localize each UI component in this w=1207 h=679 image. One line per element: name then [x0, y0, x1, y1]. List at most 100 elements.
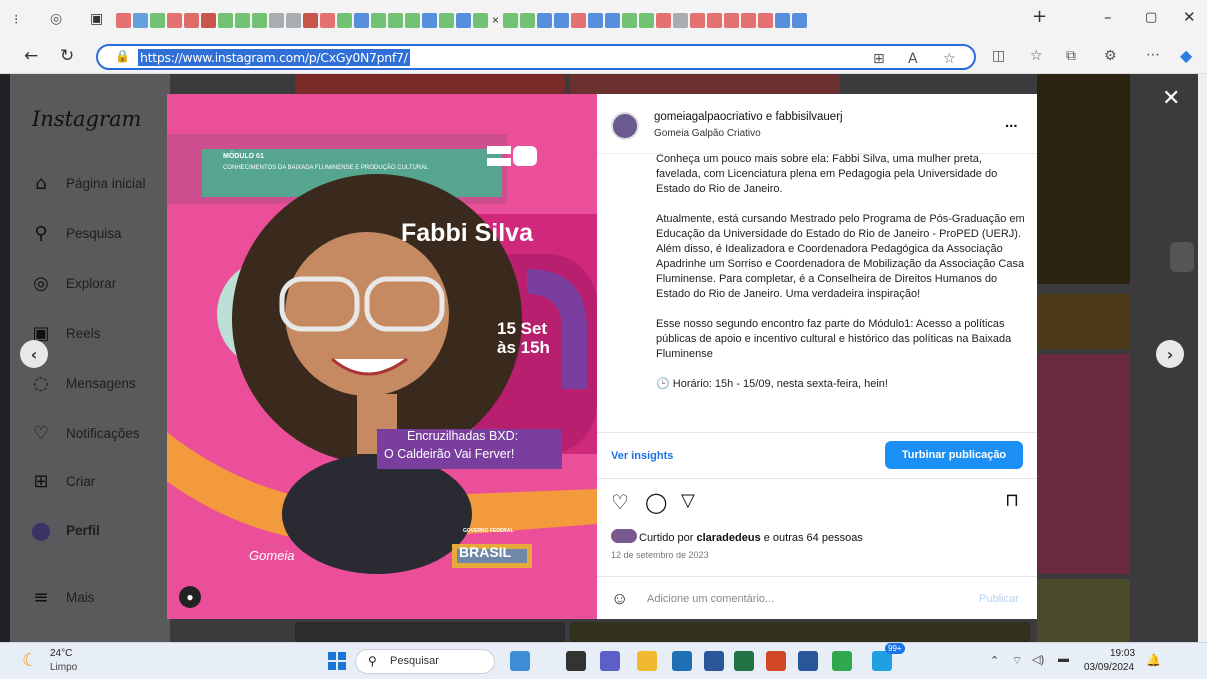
taskbar-app-icon[interactable]	[832, 651, 852, 671]
browser-tab[interactable]	[252, 12, 267, 28]
taskbar-app-icon[interactable]	[510, 651, 530, 671]
browser-tab[interactable]	[673, 12, 689, 28]
sidebar-item-pesquisa[interactable]: ⚲ Pesquisa	[30, 222, 121, 244]
browser-tab[interactable]	[184, 12, 199, 28]
browser-tab[interactable]	[758, 12, 774, 28]
post-image[interactable]: MÓDULO 01 CONHECIMENTOS DA BAIXADA FLUMI…	[167, 94, 597, 619]
battery-icon[interactable]: ▬	[1058, 653, 1069, 665]
browser-tab[interactable]	[690, 12, 706, 28]
browser-tab[interactable]	[303, 12, 318, 28]
instagram-logo[interactable]: Instagram	[32, 107, 141, 131]
post-author-subtitle[interactable]: Gomeia Galpão Criativo	[654, 128, 761, 139]
browser-tab[interactable]	[269, 12, 284, 28]
url-field[interactable]: 🔒 https://www.instagram.com/p/CxGy0N7pnf…	[96, 44, 976, 70]
browser-tab[interactable]	[235, 12, 250, 28]
close-tab-icon[interactable]: ×	[492, 13, 499, 27]
publish-comment-button[interactable]: Publicar	[979, 593, 1019, 605]
clock-date[interactable]: 03/09/2024	[1084, 662, 1134, 673]
taskbar-search[interactable]: ⚲ Pesquisar	[355, 649, 495, 674]
tagged-user-icon[interactable]: ●	[179, 586, 201, 608]
browser-tab[interactable]	[724, 12, 740, 28]
browser-tab[interactable]	[520, 12, 536, 28]
floating-edge-icon[interactable]	[1170, 242, 1194, 272]
close-modal-icon[interactable]: ✕	[1162, 86, 1180, 111]
read-aloud-icon[interactable]: A	[908, 51, 918, 67]
browser-tab[interactable]	[354, 12, 369, 28]
taskbar-app-icon[interactable]	[872, 651, 892, 671]
more-options-button[interactable]: ...	[1005, 114, 1018, 131]
taskbar-app-icon[interactable]	[600, 651, 620, 671]
notifications-bell-icon[interactable]: 🔔	[1146, 653, 1161, 667]
browser-tab[interactable]	[167, 12, 182, 28]
previous-post-arrow-icon[interactable]: ‹	[20, 340, 48, 368]
app-available-icon[interactable]: ⊞	[873, 51, 885, 67]
workspaces-icon[interactable]: ◎	[50, 10, 62, 27]
browser-tab[interactable]	[537, 12, 553, 28]
browser-tab[interactable]	[439, 12, 454, 28]
browser-tab[interactable]	[218, 12, 233, 28]
browser-tab[interactable]	[337, 12, 352, 28]
browser-tab[interactable]	[133, 12, 148, 28]
browser-tab[interactable]	[775, 12, 791, 28]
volume-icon[interactable]: ◁)	[1032, 653, 1044, 666]
share-icon[interactable]: ▽	[681, 490, 695, 511]
sidebar-item-criar[interactable]: ⊞ Criar	[30, 470, 95, 492]
clock-time[interactable]: 19:03	[1110, 648, 1135, 659]
back-icon[interactable]: ←	[24, 46, 38, 66]
split-screen-icon[interactable]: ◫	[992, 48, 1005, 64]
weather-temp[interactable]: 24°C	[50, 648, 72, 659]
sidebar-item-mensagens[interactable]: ◌ Mensagens	[30, 372, 136, 394]
minimize-button[interactable]: –	[1104, 8, 1112, 26]
network-icon[interactable]: ⌔	[1012, 654, 1022, 668]
taskbar-app-icon[interactable]	[766, 651, 786, 671]
maximize-button[interactable]: ▢	[1145, 10, 1157, 25]
likes-user[interactable]: claradedeus	[696, 532, 760, 544]
close-window-button[interactable]: ✕	[1183, 8, 1196, 26]
more-options-icon[interactable]: ⋯	[1146, 47, 1160, 63]
sidebar-item-mais[interactable]: ≡ Mais	[30, 586, 94, 608]
browser-tab[interactable]	[371, 12, 386, 28]
browser-menu-icon[interactable]: ⁝	[14, 11, 18, 28]
sidebar-item-notificações[interactable]: ♡ Notificações	[30, 422, 140, 444]
taskbar-app-icon[interactable]	[566, 651, 586, 671]
post-author[interactable]: gomeiagalpaocriativo e fabbisilvauerj	[654, 111, 843, 123]
boost-post-button[interactable]: Turbinar publicação	[885, 441, 1023, 469]
refresh-icon[interactable]: ↻	[60, 46, 74, 66]
browser-tab[interactable]	[707, 12, 723, 28]
browser-tab[interactable]	[286, 12, 301, 28]
browser-tab[interactable]	[473, 12, 488, 28]
taskbar-app-icon[interactable]	[798, 651, 818, 671]
browser-tab[interactable]	[503, 12, 519, 28]
taskbar-app-icon[interactable]	[704, 651, 724, 671]
save-bookmark-icon[interactable]: ⊓	[1005, 490, 1019, 511]
sidebar-item-página-inicial[interactable]: ⌂ Página inicial	[30, 172, 145, 194]
extensions-icon[interactable]: ⚙	[1104, 48, 1117, 64]
browser-tab[interactable]	[571, 12, 587, 28]
comment-icon[interactable]: ◯	[645, 490, 667, 514]
browser-tab[interactable]	[422, 12, 437, 28]
browser-tab[interactable]	[201, 12, 216, 28]
taskbar-app-icon[interactable]	[672, 651, 692, 671]
likes-summary[interactable]: Curtido por claradedeus e outras 64 pess…	[639, 532, 863, 544]
browser-tab[interactable]	[656, 12, 672, 28]
browser-tab[interactable]	[639, 12, 655, 28]
new-tab-button[interactable]: +	[1032, 6, 1047, 27]
browser-tab[interactable]	[622, 12, 638, 28]
browser-tab[interactable]	[554, 12, 570, 28]
sidebar-item-perfil[interactable]: ● Perfil	[30, 516, 100, 544]
taskbar-app-icon[interactable]	[734, 651, 754, 671]
taskbar-app-icon[interactable]	[637, 651, 657, 671]
favorite-star-icon[interactable]: ☆	[943, 51, 956, 67]
browser-tab[interactable]	[150, 12, 165, 28]
favorites-icon[interactable]: ☆	[1030, 48, 1043, 64]
liker-avatars[interactable]	[611, 529, 637, 543]
weather-condition[interactable]: Limpo	[50, 662, 77, 673]
like-heart-icon[interactable]: ♡	[611, 490, 629, 514]
view-insights-link[interactable]: Ver insights	[611, 450, 673, 462]
start-button[interactable]	[328, 652, 346, 670]
page-scrollbar[interactable]	[1198, 74, 1207, 642]
browser-tab[interactable]	[588, 12, 604, 28]
browser-tab[interactable]	[116, 12, 131, 28]
tab-actions-icon[interactable]: ▣	[90, 10, 103, 27]
sidebar-item-explorar[interactable]: ◎ Explorar	[30, 272, 116, 294]
